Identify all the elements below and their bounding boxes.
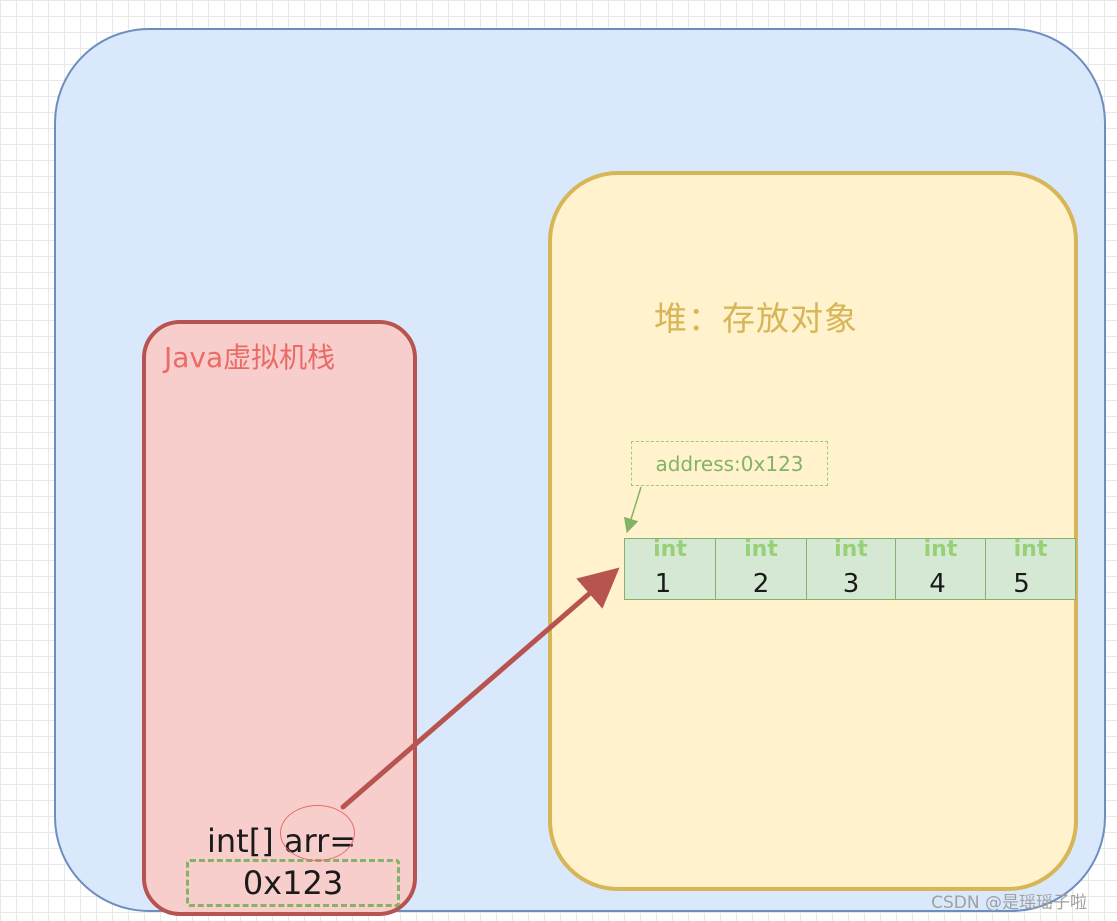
- heap-title: 堆：存放对象: [654, 299, 858, 338]
- array-cell: int 4: [896, 537, 986, 599]
- array-cell: int 1: [625, 537, 716, 599]
- array-cell: int 3: [807, 537, 896, 599]
- reference-highlight-circle: [280, 805, 355, 861]
- watermark: CSDN @是瑶瑶子啦: [931, 893, 1087, 913]
- array-cell-type: int: [923, 537, 958, 562]
- heap-area: [548, 171, 1078, 891]
- int-array: int 1 int 2 int 3 int 4 int 5: [624, 537, 1076, 600]
- array-cell-type: int: [744, 537, 778, 562]
- array-cell-value: 3: [842, 569, 860, 599]
- jvm-stack-title: Java虚拟机栈: [164, 341, 336, 374]
- array-cell-value: 2: [752, 569, 770, 599]
- array-cell: int 2: [716, 537, 807, 599]
- array-cell-type: int: [653, 537, 687, 562]
- array-cell-value: 5: [1013, 569, 1030, 599]
- address-label: address:0x123: [631, 441, 828, 486]
- array-cell-type: int: [834, 537, 868, 562]
- array-cell-value: 4: [929, 569, 946, 599]
- array-cell-type: int: [1013, 537, 1048, 562]
- array-cell: int 5: [986, 537, 1075, 599]
- variable-value-box: 0x123: [186, 859, 400, 907]
- array-cell-value: 1: [654, 569, 672, 599]
